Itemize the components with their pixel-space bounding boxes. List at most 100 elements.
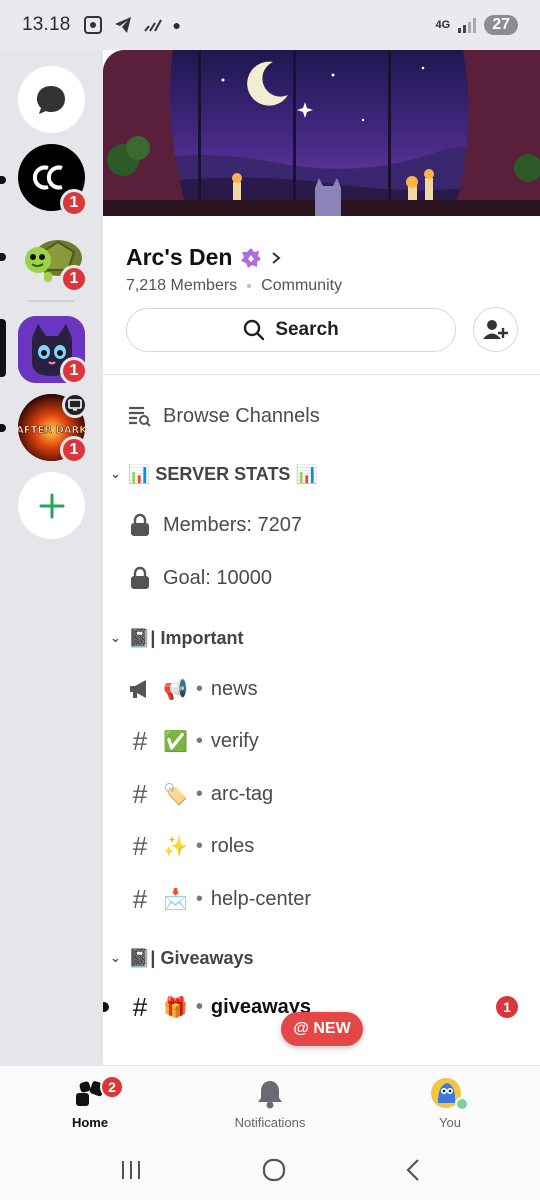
recent-apps-icon[interactable] [119,1160,143,1180]
telegram-icon [114,17,131,33]
channel-name: verify [210,729,259,752]
invite-button[interactable] [473,307,518,352]
category-giveaways[interactable]: ⌄ 📓| Giveaways [103,943,540,973]
online-status-icon [455,1097,469,1111]
chevron-down-icon: ⌄ [110,950,121,965]
user-avatar [431,1078,469,1111]
channel-emoji: 📢 [163,678,188,701]
channel-roles[interactable]: # ✨ • roles [103,824,540,868]
browse-channels-label: Browse Channels [163,404,320,427]
server-rail: 1 1 1 AFTER DARK 1 [0,50,103,1065]
announcement-icon [130,680,146,698]
unread-indicator [0,253,6,261]
channel-bullet: • [195,995,203,1018]
channel-name: news [210,677,258,700]
chevron-right-icon [272,251,282,264]
channel-name: Goal: 10000 [163,566,272,589]
tab-label: You [439,1115,461,1130]
home-circle-icon[interactable] [262,1158,286,1182]
category-important[interactable]: ⌄ 📓| Important [103,623,540,653]
channel-bullet: • [195,782,203,805]
channel-news[interactable]: 📢 • news [103,667,540,711]
category-title: 📓| Giveaways [128,947,254,968]
separator-dot [247,284,252,288]
server-name: Arc's Den [126,244,233,270]
hashtag-icon: # [132,991,148,1022]
chevron-down-icon: ⌄ [110,630,121,645]
tab-label: Notifications [234,1115,306,1130]
divider [103,374,540,375]
browse-channels[interactable]: Browse Channels [103,394,540,438]
dot-icon: ● [172,17,182,33]
server-type: Community [261,277,343,294]
bottom-nav: 2 Home Notifications You [0,1065,540,1140]
channel-emoji: ✨ [163,835,188,858]
screenshot-icon [83,16,102,34]
status-time: 13.18 [22,14,71,35]
server-panel: Arc's Den 7,218 Members Community Search… [103,50,540,1065]
channel-bullet: • [195,677,203,700]
server-name-header[interactable]: Arc's Den [126,244,282,271]
server-meta: 7,218 Members Community [126,277,342,295]
server-badge: 1 [60,189,88,217]
channel-goal-stat[interactable]: Goal: 10000 [103,556,540,600]
add-server-button[interactable] [18,472,85,539]
category-title: 📊 SERVER STATS 📊 [128,463,318,484]
hashtag-icon: # [132,725,148,756]
home-badge: 2 [100,1075,124,1099]
unread-indicator [0,176,6,184]
status-bar: 13.18 ● 4G 27 [0,0,540,50]
tab-label: Home [71,1115,109,1130]
after-dark-logo-text: AFTER DARK [18,425,85,436]
channel-emoji: 📩 [163,888,188,911]
signal-bars-icon [458,17,477,33]
channel-verify[interactable]: # ✅ • verify [103,719,540,763]
add-user-icon [482,319,508,339]
category-server-stats[interactable]: ⌄ 📊 SERVER STATS 📊 [103,459,540,489]
channel-unread-badge: 1 [496,996,518,1018]
battery-level: 27 [484,15,518,35]
channel-emoji: 🏷️ [163,783,188,806]
screen-share-icon [62,392,88,418]
member-count: 7,218 Members [126,277,238,294]
search-icon [244,319,265,341]
channel-members-stat[interactable]: Members: 7207 [103,503,540,547]
chevron-down-icon: ⌄ [110,466,121,481]
server-banner [103,50,540,216]
unread-indicator [0,424,6,432]
channel-name: roles [210,834,255,857]
tab-you[interactable]: You [390,1066,510,1141]
hashtag-icon: # [132,830,148,861]
tab-notifications[interactable]: Notifications [210,1066,330,1141]
channel-bullet: • [195,887,203,910]
boost-flower-icon [241,247,262,268]
system-nav-bar [0,1140,540,1200]
chat-bubble-icon [37,86,65,114]
server-badge: 1 [60,357,88,385]
new-mentions-pill[interactable]: @ NEW [281,1012,363,1046]
hashtag-icon: # [132,883,148,914]
hashtag-icon: # [132,778,148,809]
category-title: 📓| Important [128,627,244,648]
browse-list-icon [129,406,151,427]
channel-bullet: • [195,834,203,857]
search-label: Search [275,319,339,340]
channel-bullet: • [195,729,203,752]
back-icon[interactable] [405,1158,421,1182]
selected-indicator [0,319,6,377]
lock-icon [131,566,149,589]
channel-name: help-center [210,887,311,910]
plus-icon [39,493,64,518]
server-badge: 1 [60,436,88,464]
channel-emoji: 🎁 [163,996,188,1019]
network-type: 4G [435,19,451,31]
channel-help-center[interactable]: # 📩 • help-center [103,877,540,921]
direct-messages-button[interactable] [18,66,85,133]
channel-arc-tag[interactable]: # 🏷️ • arc-tag [103,772,540,816]
signal-off-icon [143,19,162,32]
channel-name: arc-tag [210,782,274,805]
tab-home[interactable]: 2 Home [30,1066,150,1141]
channel-emoji: ✅ [163,730,188,753]
search-button[interactable]: Search [126,308,456,352]
lock-icon [131,513,149,536]
